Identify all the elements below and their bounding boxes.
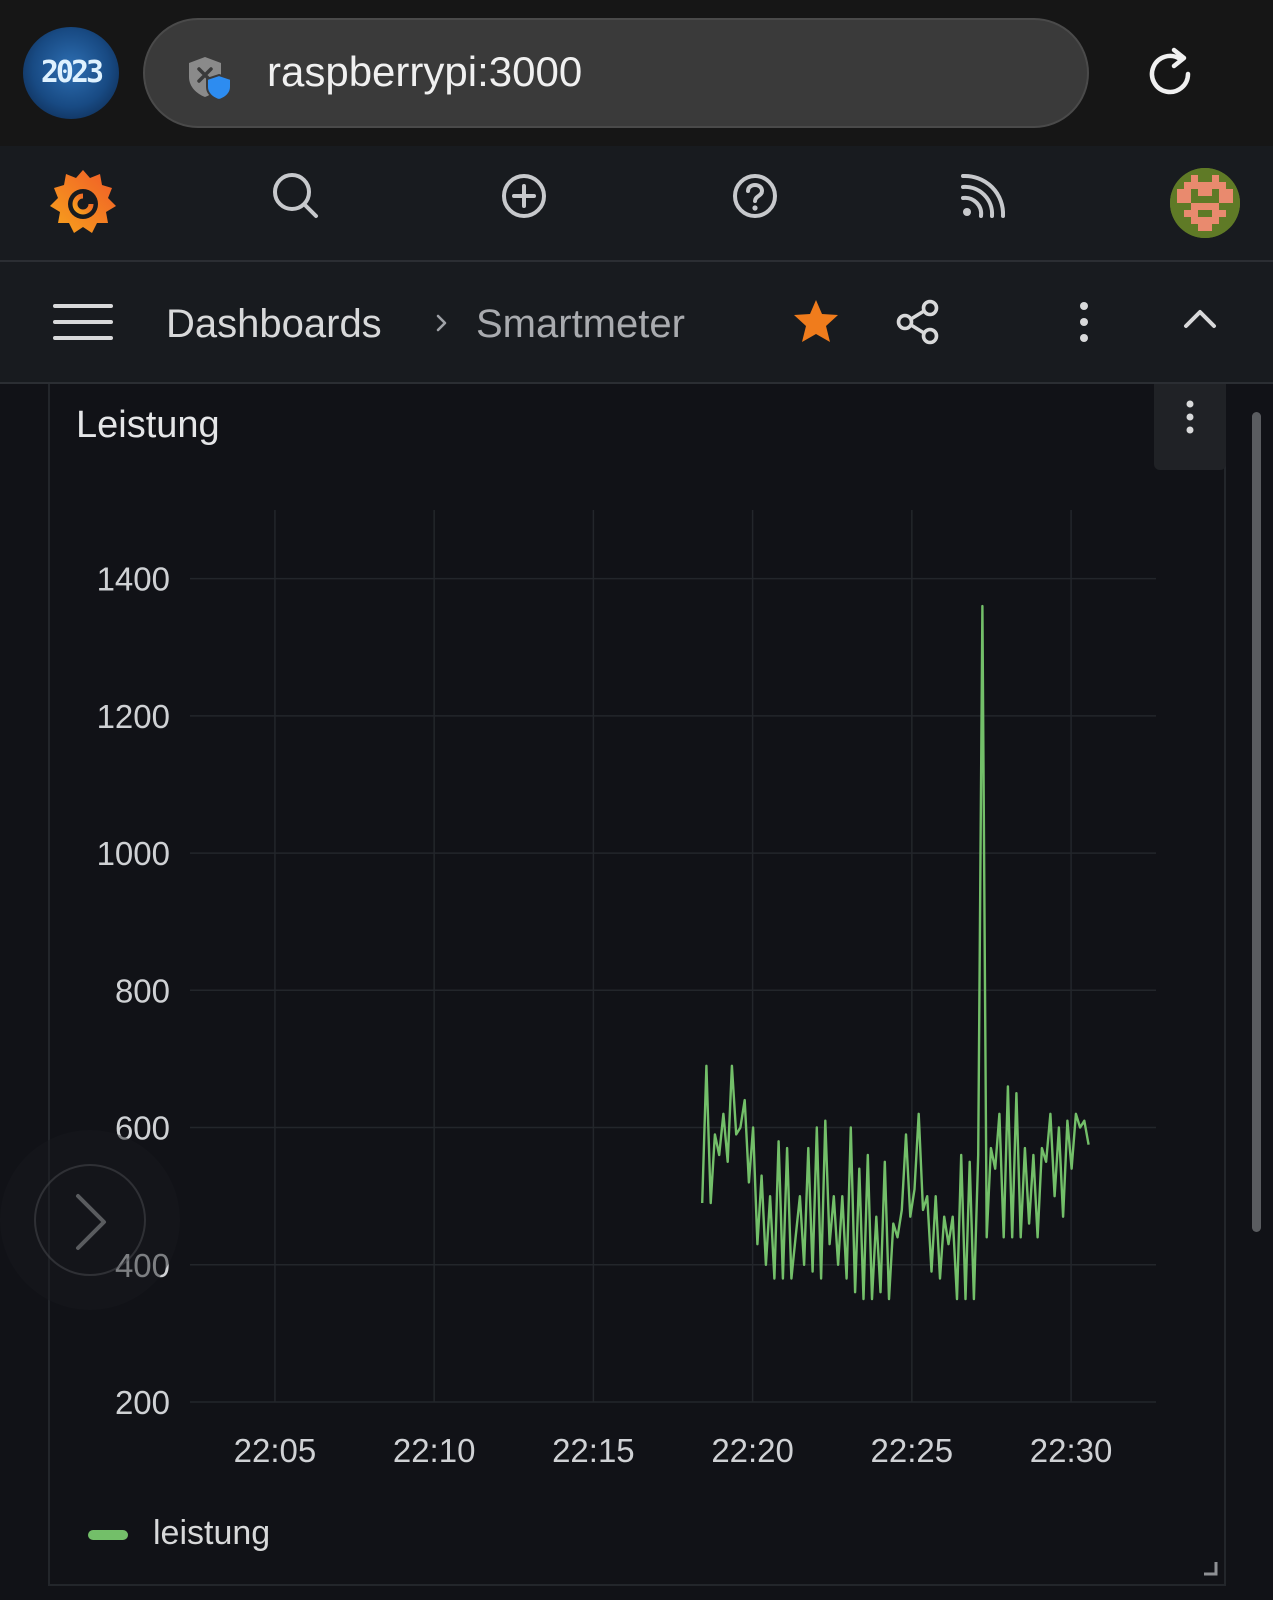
shield-icon <box>189 57 232 102</box>
x-axis-ticks: 22:05 22:10 22:15 22:20 22:25 22:30 <box>234 1432 1113 1469</box>
y-tick-label: 1000 <box>97 835 170 872</box>
grafana-logo-icon[interactable] <box>48 166 118 238</box>
x-tick-label: 22:25 <box>871 1432 954 1469</box>
chevron-right-icon <box>76 1194 106 1250</box>
x-tick-label: 22:30 <box>1030 1432 1113 1469</box>
side-nav-handle[interactable] <box>0 1130 180 1310</box>
legend-swatch <box>88 1530 128 1540</box>
breadcrumb-dashboards[interactable]: Dashboards <box>166 300 382 348</box>
chart-series <box>701 604 1090 1301</box>
search-icon[interactable] <box>268 168 324 224</box>
side-nav-handle-ring <box>34 1164 146 1276</box>
scrollbar[interactable] <box>1252 412 1261 1232</box>
x-tick-label: 22:20 <box>711 1432 794 1469</box>
chart-grid <box>190 510 1156 1403</box>
panel-leistung: 200 400 600 800 1000 1200 1400 22:05 22:10 22:15… <box>48 384 1226 1586</box>
user-avatar-image <box>1170 168 1240 238</box>
add-icon[interactable] <box>496 168 552 224</box>
star-icon[interactable] <box>792 298 840 344</box>
panel-title: Leistung <box>76 404 220 446</box>
browser-toolbar: 2023 raspberrypi:3000 <box>0 0 1273 146</box>
more-vertical-icon[interactable] <box>1070 298 1098 346</box>
x-tick-label: 22:05 <box>234 1432 317 1469</box>
chevron-up-icon[interactable] <box>1180 302 1220 336</box>
legend-label[interactable]: leistung <box>153 1511 270 1555</box>
reload-icon[interactable] <box>1140 44 1200 104</box>
site-logo[interactable]: 2023 <box>23 27 119 119</box>
resize-handle-icon[interactable] <box>1202 1560 1218 1576</box>
user-avatar[interactable] <box>1170 168 1240 238</box>
grafana-top-nav <box>0 146 1273 262</box>
url-text: raspberrypi:3000 <box>267 48 583 95</box>
dashboard-toolbar: Dashboards Smartmeter <box>0 262 1273 384</box>
help-icon[interactable] <box>727 168 783 224</box>
series-line-leistung[interactable] <box>701 604 1090 1301</box>
y-tick-label: 800 <box>115 972 170 1009</box>
news-icon[interactable] <box>953 168 1009 224</box>
timeseries-chart[interactable]: 200400600800100012001400 22:05 22:10 22:15… <box>50 384 1224 1584</box>
address-bar[interactable]: raspberrypi:3000 <box>143 18 1089 128</box>
breadcrumb-current: Smartmeter <box>476 302 685 346</box>
y-tick-label: 200 <box>115 1384 170 1421</box>
panel-menu-button[interactable] <box>1154 384 1226 470</box>
y-tick-label: 1400 <box>97 561 170 598</box>
y-tick-label: 1200 <box>97 698 170 735</box>
chevron-right-icon <box>436 314 447 332</box>
more-vertical-icon <box>1186 400 1194 434</box>
site-logo-text: 2023 <box>40 55 104 90</box>
x-tick-label: 22:15 <box>552 1432 635 1469</box>
x-tick-label: 22:10 <box>393 1432 476 1469</box>
share-icon[interactable] <box>894 298 942 346</box>
menu-icon[interactable] <box>52 302 114 342</box>
